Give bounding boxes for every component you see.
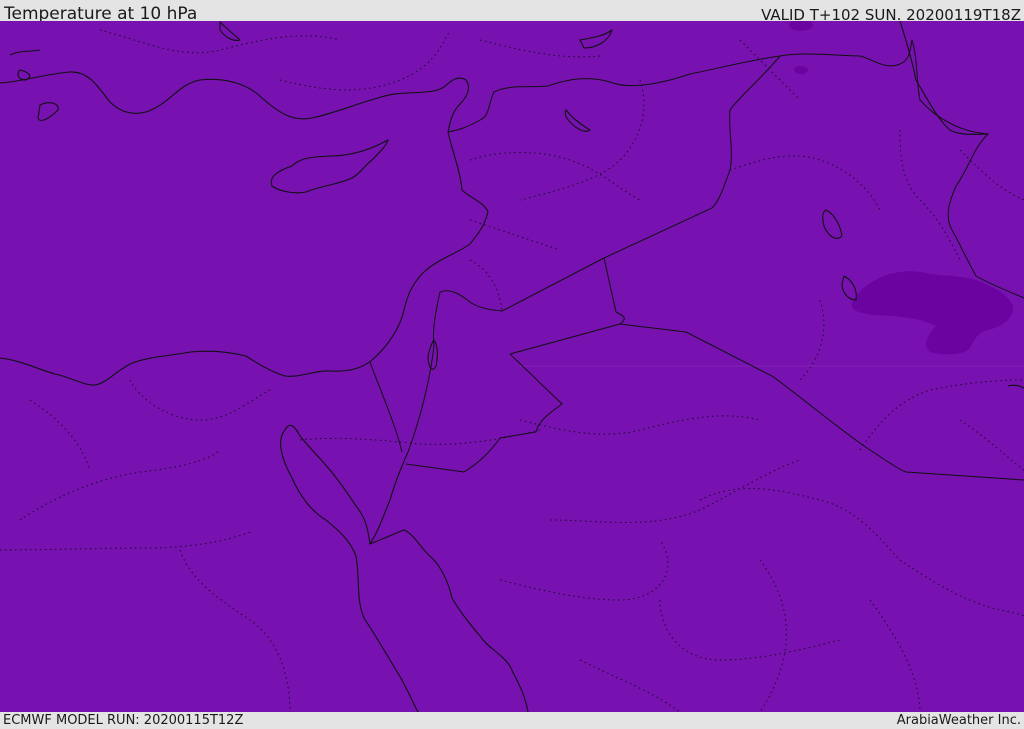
weather-map xyxy=(0,21,1024,712)
model-run-label: ECMWF MODEL RUN: 20200115T12Z xyxy=(3,713,244,728)
title-bar: Temperature at 10 hPa VALID T+102 SUN. 2… xyxy=(0,0,1024,24)
cold-spot xyxy=(794,66,808,74)
credit-label: ArabiaWeather Inc. xyxy=(896,713,1021,728)
temperature-field xyxy=(0,21,1024,712)
footer-bar: ECMWF MODEL RUN: 20200115T12Z ArabiaWeat… xyxy=(0,712,1024,729)
